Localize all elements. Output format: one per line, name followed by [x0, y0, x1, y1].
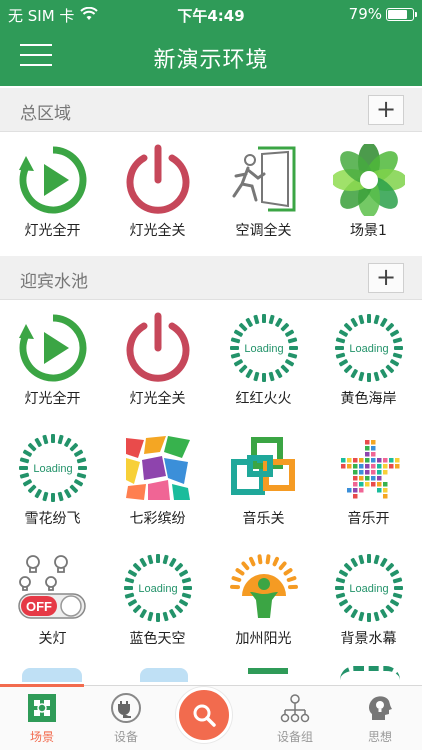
scene-label: 背景水幕 — [340, 631, 397, 647]
battery-icon — [386, 7, 417, 21]
scene-item[interactable]: Loading 黄色海岸 — [316, 302, 421, 420]
scene-item[interactable]: 灯光全关 — [105, 302, 210, 420]
loading-icon: Loading — [17, 432, 89, 504]
colorful-star-icon — [333, 432, 405, 504]
scene-item[interactable]: 灯光全开 — [0, 302, 105, 420]
battery-percent: 79% — [348, 5, 382, 23]
section-title: 迎宾水池 — [20, 272, 88, 292]
scene-label: 黄色海岸 — [340, 391, 397, 407]
scene-label: 空调全关 — [235, 223, 292, 239]
section-title: 总区域 — [20, 104, 71, 124]
search-icon — [193, 704, 216, 727]
tab-label: 思想 — [367, 730, 392, 744]
tab-scene[interactable]: 场景 — [0, 692, 84, 747]
scene-label: 音乐开 — [347, 511, 390, 527]
loading-icon: Loading — [228, 312, 300, 384]
scene-item[interactable]: 场景1 — [316, 134, 421, 252]
tab-thoughts[interactable]: 思想 — [338, 692, 422, 747]
add-scene-button[interactable]: + — [368, 95, 404, 125]
tab-label: 设备组 — [276, 730, 313, 744]
plug-icon — [110, 692, 142, 724]
active-tab-indicator — [0, 684, 84, 687]
scene-item[interactable]: 音乐开 — [316, 422, 421, 540]
scene-label: 七彩缤纷 — [129, 511, 186, 527]
head-idea-icon — [364, 692, 396, 724]
scene-label: 灯光全关 — [129, 223, 186, 239]
scene-label: 灯光全关 — [129, 391, 186, 407]
tab-device-group[interactable]: 设备组 — [253, 692, 337, 747]
tab-label: 场景 — [29, 730, 54, 744]
partial-row — [0, 662, 422, 685]
loading-icon: Loading — [122, 552, 194, 624]
scene-item[interactable]: 音乐关 — [211, 422, 316, 540]
scene-item[interactable]: OFF 关灯 — [0, 542, 105, 660]
add-scene-button[interactable]: + — [368, 263, 404, 293]
svg-text:OFF: OFF — [26, 599, 52, 614]
squares-icon — [228, 432, 300, 504]
section-header: 迎宾水池 + — [0, 256, 422, 300]
scene-item[interactable]: 空调全关 — [211, 134, 316, 252]
bulbs-off-icon: OFF — [17, 552, 89, 624]
tab-devices[interactable]: 设备 — [84, 692, 168, 747]
scene-label: 场景1 — [350, 223, 387, 239]
scene-label: 灯光全开 — [24, 223, 81, 239]
partial-icon — [248, 668, 288, 674]
sun-person-icon — [228, 552, 300, 624]
scene-label: 加州阳光 — [235, 631, 292, 647]
scene-label: 音乐关 — [242, 511, 285, 527]
scene-item[interactable]: Loading 背景水幕 — [316, 542, 421, 660]
play-circle-icon — [17, 312, 89, 384]
device-group-icon — [279, 692, 311, 724]
loading-icon: Loading — [333, 552, 405, 624]
scene-label: 红红火火 — [235, 391, 292, 407]
green-flower-icon — [333, 144, 405, 216]
svg-text:Loading: Loading — [33, 463, 72, 475]
tab-label: 设备 — [113, 730, 138, 744]
partial-icon — [140, 668, 188, 682]
svg-text:Loading: Loading — [349, 343, 388, 355]
status-right: 79% — [348, 5, 417, 23]
scene-item[interactable]: Loading 蓝色天空 — [105, 542, 210, 660]
play-circle-icon — [17, 144, 89, 216]
scene-icon — [26, 692, 58, 724]
nav-bar: 新演示环境 — [0, 28, 422, 86]
search-button[interactable] — [176, 687, 232, 743]
scene-item[interactable]: 灯光全关 — [105, 134, 210, 252]
svg-text:Loading: Loading — [138, 583, 177, 595]
svg-text:Loading: Loading — [244, 343, 283, 355]
page-title: 新演示环境 — [153, 48, 269, 73]
scene-item[interactable]: Loading 雪花纷飞 — [0, 422, 105, 540]
scene-label: 蓝色天空 — [129, 631, 186, 647]
partial-icon — [22, 668, 82, 682]
scene-item[interactable]: 灯光全开 — [0, 134, 105, 252]
power-icon — [122, 144, 194, 216]
colorful-shapes-icon — [122, 432, 194, 504]
power-icon — [122, 312, 194, 384]
status-bar: 无 SIM 卡 下午4:49 79% — [0, 0, 422, 28]
scene-item[interactable]: Loading 红红火火 — [211, 302, 316, 420]
scene-label: 关灯 — [38, 631, 67, 647]
scene-label: 灯光全开 — [24, 391, 81, 407]
section-header: 总区域 + — [0, 88, 422, 132]
loading-icon: Loading — [333, 312, 405, 384]
partial-icon — [340, 666, 400, 680]
svg-text:Loading: Loading — [349, 583, 388, 595]
scene-item[interactable]: 七彩缤纷 — [105, 422, 210, 540]
scene-label: 雪花纷飞 — [24, 511, 81, 527]
exit-door-icon — [228, 144, 300, 216]
scene-item[interactable]: 加州阳光 — [211, 542, 316, 660]
